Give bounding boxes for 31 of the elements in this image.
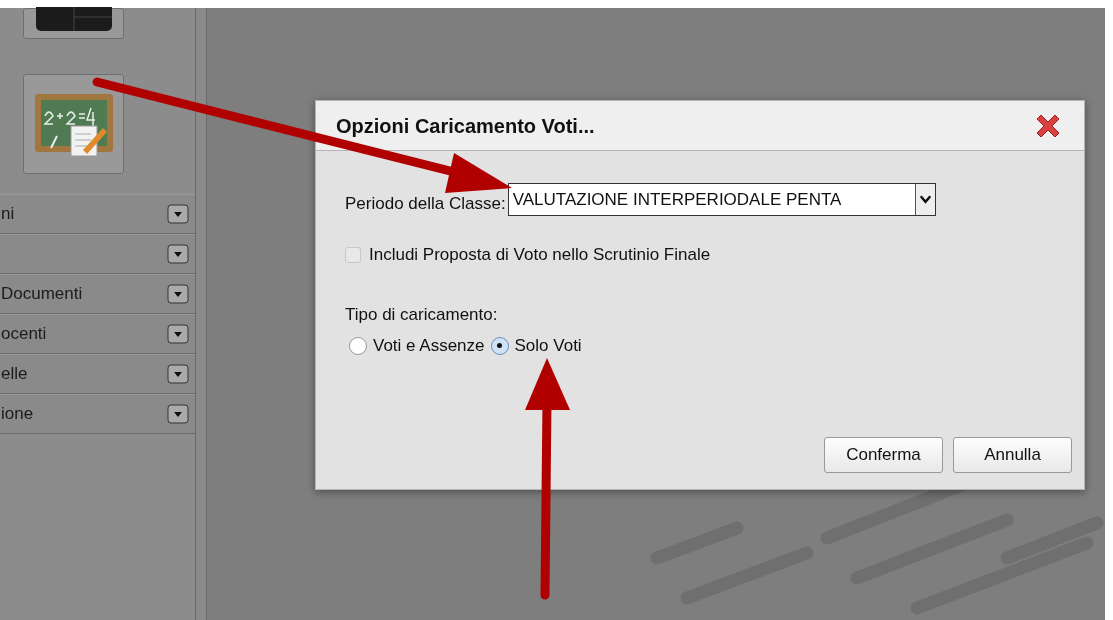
dropdown-icon[interactable] bbox=[167, 324, 189, 344]
chevron-down-icon bbox=[914, 184, 935, 215]
section-label: Documenti bbox=[1, 283, 83, 306]
dialog-button[interactable]: Annulla bbox=[953, 437, 1072, 473]
group-label: Tipo di caricamento: bbox=[345, 303, 499, 326]
dialog-title: Opzioni Caricamento Voti... bbox=[336, 113, 595, 139]
section-label: ni bbox=[1, 203, 15, 226]
sidebar-section[interactable]: ni bbox=[0, 194, 195, 234]
checkbox-label: Includi Proposta di Voto nello Scrutinio Finale bbox=[369, 244, 711, 266]
dialog-button[interactable]: Conferma bbox=[824, 437, 943, 473]
field-label: Periodo della Classe: bbox=[345, 192, 506, 215]
section-label: ocenti bbox=[1, 323, 47, 346]
radio-label: Voti e Assenze bbox=[373, 335, 485, 357]
sidebar-section[interactable]: ocenti bbox=[0, 314, 195, 354]
sidebar-section[interactable]: Documenti bbox=[0, 274, 195, 314]
dropdown-icon[interactable] bbox=[167, 204, 189, 224]
dropdown-icon[interactable] bbox=[167, 244, 189, 264]
section-label: elle bbox=[1, 363, 28, 386]
dropdown-icon[interactable] bbox=[167, 364, 189, 384]
module-tile[interactable] bbox=[23, 74, 124, 174]
module-tile[interactable] bbox=[23, 8, 124, 39]
dropdown-icon[interactable] bbox=[167, 284, 189, 304]
radio-label: Solo Voti bbox=[514, 335, 582, 357]
period-select[interactable]: VALUTAZIONE INTERPERIODALE PENTA bbox=[507, 183, 936, 216]
radio-button[interactable] bbox=[490, 336, 509, 355]
chalkboard-icon bbox=[34, 92, 113, 156]
section-label: ione bbox=[1, 403, 34, 426]
radio-button[interactable] bbox=[349, 336, 367, 355]
sidebar-section[interactable]: ione bbox=[0, 394, 195, 434]
sidebar-section[interactable]: elle bbox=[0, 354, 195, 394]
dropdown-icon[interactable] bbox=[167, 404, 189, 424]
